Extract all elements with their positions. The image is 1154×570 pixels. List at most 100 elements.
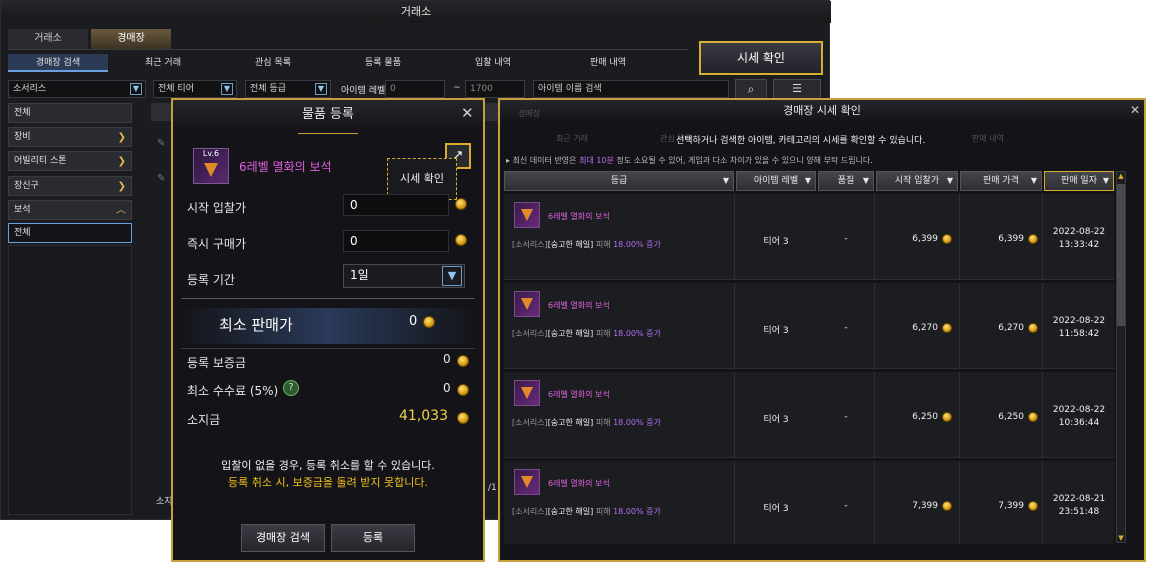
gem-shape [521,209,533,221]
column-divider [1042,283,1043,369]
column-divider [734,461,735,544]
update-note-highlight: 최대 10분 [579,156,614,165]
close-icon[interactable]: ✕ [1130,103,1140,117]
column-divider [734,372,735,458]
level-max-input[interactable]: 1700 [465,80,525,98]
gold-coin-icon [423,316,435,328]
register-button[interactable]: 등록 [331,524,415,552]
pin-icon[interactable]: ✎ [157,173,165,184]
table-row[interactable]: 6레벨 멸화의 보석 [소서리스][숭고한 해일] 피해 18.00% 증가 티… [504,283,1114,369]
fee-value: 0 [443,381,451,395]
category-ability-stone[interactable]: 어빌리티 스톤 ❯ [8,151,132,171]
detail-search-icon[interactable]: ☰ [773,79,821,99]
sale-time-cell: 10:36:44 [1058,418,1100,428]
chevron-down-icon: ❯ [117,156,126,167]
sort-icon: ▼ [1030,176,1037,185]
quality-cell: - [844,501,848,511]
subtab-recent-trades[interactable]: 최근 거래 [113,54,213,72]
sort-icon: ▼ [804,176,811,185]
sale-date-cell: 2022-08-22 [1052,316,1106,326]
gem-shape [204,163,218,177]
search-icon[interactable]: ⌕ [735,79,767,99]
sort-icon: ▼ [1102,176,1109,185]
subcategory-all[interactable]: 전체 [8,223,132,243]
effect-class: [소서리스] [512,329,548,338]
effect-value: 18.00% 증가 [613,418,661,427]
range-separator: ~ [453,83,461,93]
start-bid-cell: 6,270 [912,323,938,333]
period-label: 등록 기간 [187,273,235,287]
min-price-value: 0 [409,314,418,329]
auction-search-button[interactable]: 경매장 검색 [241,524,325,552]
scroll-down-icon[interactable]: ▼ [1116,533,1126,543]
price-check-button[interactable]: 시세 확인 [699,41,823,75]
sale-time-cell: 23:51:48 [1058,507,1100,517]
tab-exchange[interactable]: 거래소 [8,29,88,49]
sale-time-cell: 11:58:42 [1058,329,1100,339]
gem-item-icon [514,380,540,406]
period-dropdown[interactable]: 1일 ▼ [343,264,465,288]
table-row[interactable]: 6레벨 멸화의 보석 [소서리스][숭고한 해일] 피해 18.00% 증가 티… [504,194,1114,280]
column-header-grade[interactable]: 등급 ▼ [504,171,734,191]
gem-shape [521,387,533,399]
scrollbar-thumb[interactable] [1117,184,1125,326]
category-gem[interactable]: 보석 ︿ [8,200,132,220]
chevron-down-icon: ▼ [315,83,327,95]
chevron-down-icon: ▼ [130,83,142,95]
subtab-sales-history[interactable]: 판매 내역 [553,54,663,72]
category-all[interactable]: 전체 [8,103,132,123]
level-min-input[interactable]: 0 [385,80,445,98]
tier-cell: 티어 3 [763,237,789,247]
page-indicator-partial: /1 [488,483,497,493]
item-effect: [소서리스][숭고한 해일] 피해 18.00% 증가 [512,328,661,339]
start-bid-input[interactable]: 0 [343,194,449,216]
pin-icon[interactable]: ✎ [157,138,165,149]
grade-dropdown[interactable]: 전체 등급 ▼ [245,80,331,98]
column-header-sale-date[interactable]: 판매 일자 ▼ [1044,171,1114,191]
subtab-bid-history[interactable]: 입찰 내역 [443,54,543,72]
column-header-quality[interactable]: 품질 ▼ [818,171,874,191]
column-divider [959,194,960,280]
subtab-registered-items[interactable]: 등록 물품 [333,54,433,72]
item-name-search-input[interactable]: 아이템 이름 검색 [533,80,729,98]
chevron-down-icon: ❯ [117,181,126,192]
column-header-start-bid[interactable]: 시작 입찰가 ▼ [876,171,958,191]
results-table: 6레벨 멸화의 보석 [소서리스][숭고한 해일] 피해 18.00% 증가 티… [504,194,1114,544]
column-label: 품질 [837,176,855,186]
effect-text: 피해 [593,418,614,427]
item-name: 6레벨 멸화의 보석 [239,160,332,174]
column-header-sale-price[interactable]: 판매 가격 ▼ [960,171,1042,191]
tab-auction[interactable]: 경매장 [91,29,171,49]
sale-price-cell: 7,399 [998,501,1024,511]
subtab-watchlist[interactable]: 관심 목록 [223,54,323,72]
notice-deposit-warning: 등록 취소 시, 보증금을 돌려 받지 못합니다. [227,476,428,489]
gold-coin-icon [457,384,469,396]
window-title: 경매장 시세 확인 [500,100,1144,122]
divider [181,298,475,299]
table-row[interactable]: 6레벨 멸화의 보석 [소서리스][숭고한 해일] 피해 18.00% 증가 티… [504,372,1114,458]
category-list-panel [8,245,132,515]
category-equipment[interactable]: 장비 ❯ [8,127,132,147]
item-name: 6레벨 멸화의 보석 [548,479,610,488]
scroll-up-icon[interactable]: ▲ [1116,171,1126,181]
tier-dropdown[interactable]: 전체 티어 ▼ [153,80,237,98]
close-icon[interactable]: ✕ [461,104,474,122]
buyout-input[interactable]: 0 [343,230,449,252]
start-bid-cell: 6,399 [912,234,938,244]
category-accessory[interactable]: 장신구 ❯ [8,176,132,196]
effect-class: [소서리스] [512,240,548,249]
table-row[interactable]: 6레벨 멸화의 보석 [소서리스][숭고한 해일] 피해 18.00% 증가 티… [504,461,1114,544]
help-icon[interactable]: ? [283,380,299,396]
fee-label: 최소 수수료 (5%) [187,384,279,398]
holding-value: 41,033 [399,408,448,424]
gem-item-icon: Lv.6 [193,148,229,184]
title-ornament [298,126,358,134]
subtab-auction-search[interactable]: 경매장 검색 [8,54,108,72]
column-header-item-level[interactable]: 아이템 레벨 ▼ [736,171,816,191]
effect-text: 피해 [593,329,614,338]
start-bid-cell: 7,399 [912,501,938,511]
gold-coin-icon [457,355,469,367]
class-dropdown[interactable]: 소서리스 ▼ [8,80,146,98]
sort-icon: ▼ [862,176,869,185]
effect-skill: [숭고한 해일] [547,329,594,338]
